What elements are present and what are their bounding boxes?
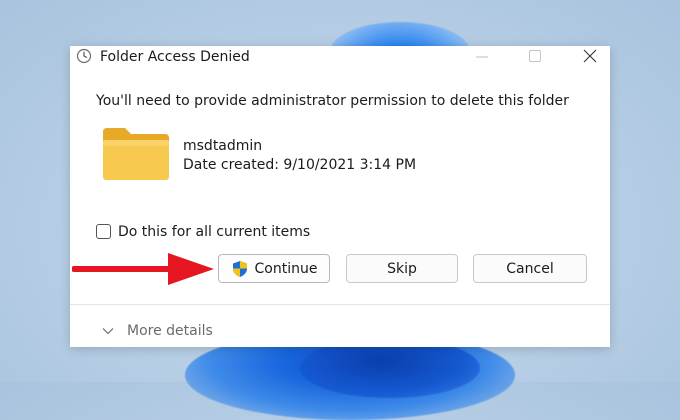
clock-icon bbox=[76, 48, 92, 64]
uac-shield-icon bbox=[232, 260, 247, 277]
all-items-checkbox[interactable] bbox=[96, 224, 111, 239]
chevron-down-icon[interactable] bbox=[102, 326, 114, 336]
continue-button-label: Continue bbox=[254, 260, 318, 277]
details-divider bbox=[70, 304, 610, 305]
red-arrow-icon bbox=[72, 253, 214, 285]
skip-button[interactable]: Skip bbox=[346, 254, 458, 283]
continue-button[interactable]: Continue bbox=[218, 254, 330, 283]
folder-name: msdtadmin bbox=[183, 138, 263, 154]
cancel-button[interactable]: Cancel bbox=[473, 254, 587, 283]
maximize-button[interactable] bbox=[515, 46, 555, 68]
folder-date-created: Date created: 9/10/2021 3:14 PM bbox=[183, 157, 417, 173]
permission-message: You'll need to provide administrator per… bbox=[96, 93, 569, 109]
wallpaper-bloom-center bbox=[300, 338, 480, 398]
cancel-button-label: Cancel bbox=[506, 260, 554, 277]
title-bar: Folder Access Denied bbox=[70, 46, 610, 68]
minimize-button[interactable] bbox=[462, 46, 502, 68]
close-button[interactable] bbox=[570, 46, 610, 68]
dialog-title: Folder Access Denied bbox=[100, 49, 250, 65]
folder-icon bbox=[103, 128, 169, 180]
folder-access-dialog: Folder Access Denied You'll need to prov… bbox=[70, 46, 610, 347]
more-details-toggle[interactable]: More details bbox=[127, 323, 213, 339]
all-items-checkbox-label[interactable]: Do this for all current items bbox=[118, 224, 310, 240]
skip-button-label: Skip bbox=[387, 260, 417, 277]
